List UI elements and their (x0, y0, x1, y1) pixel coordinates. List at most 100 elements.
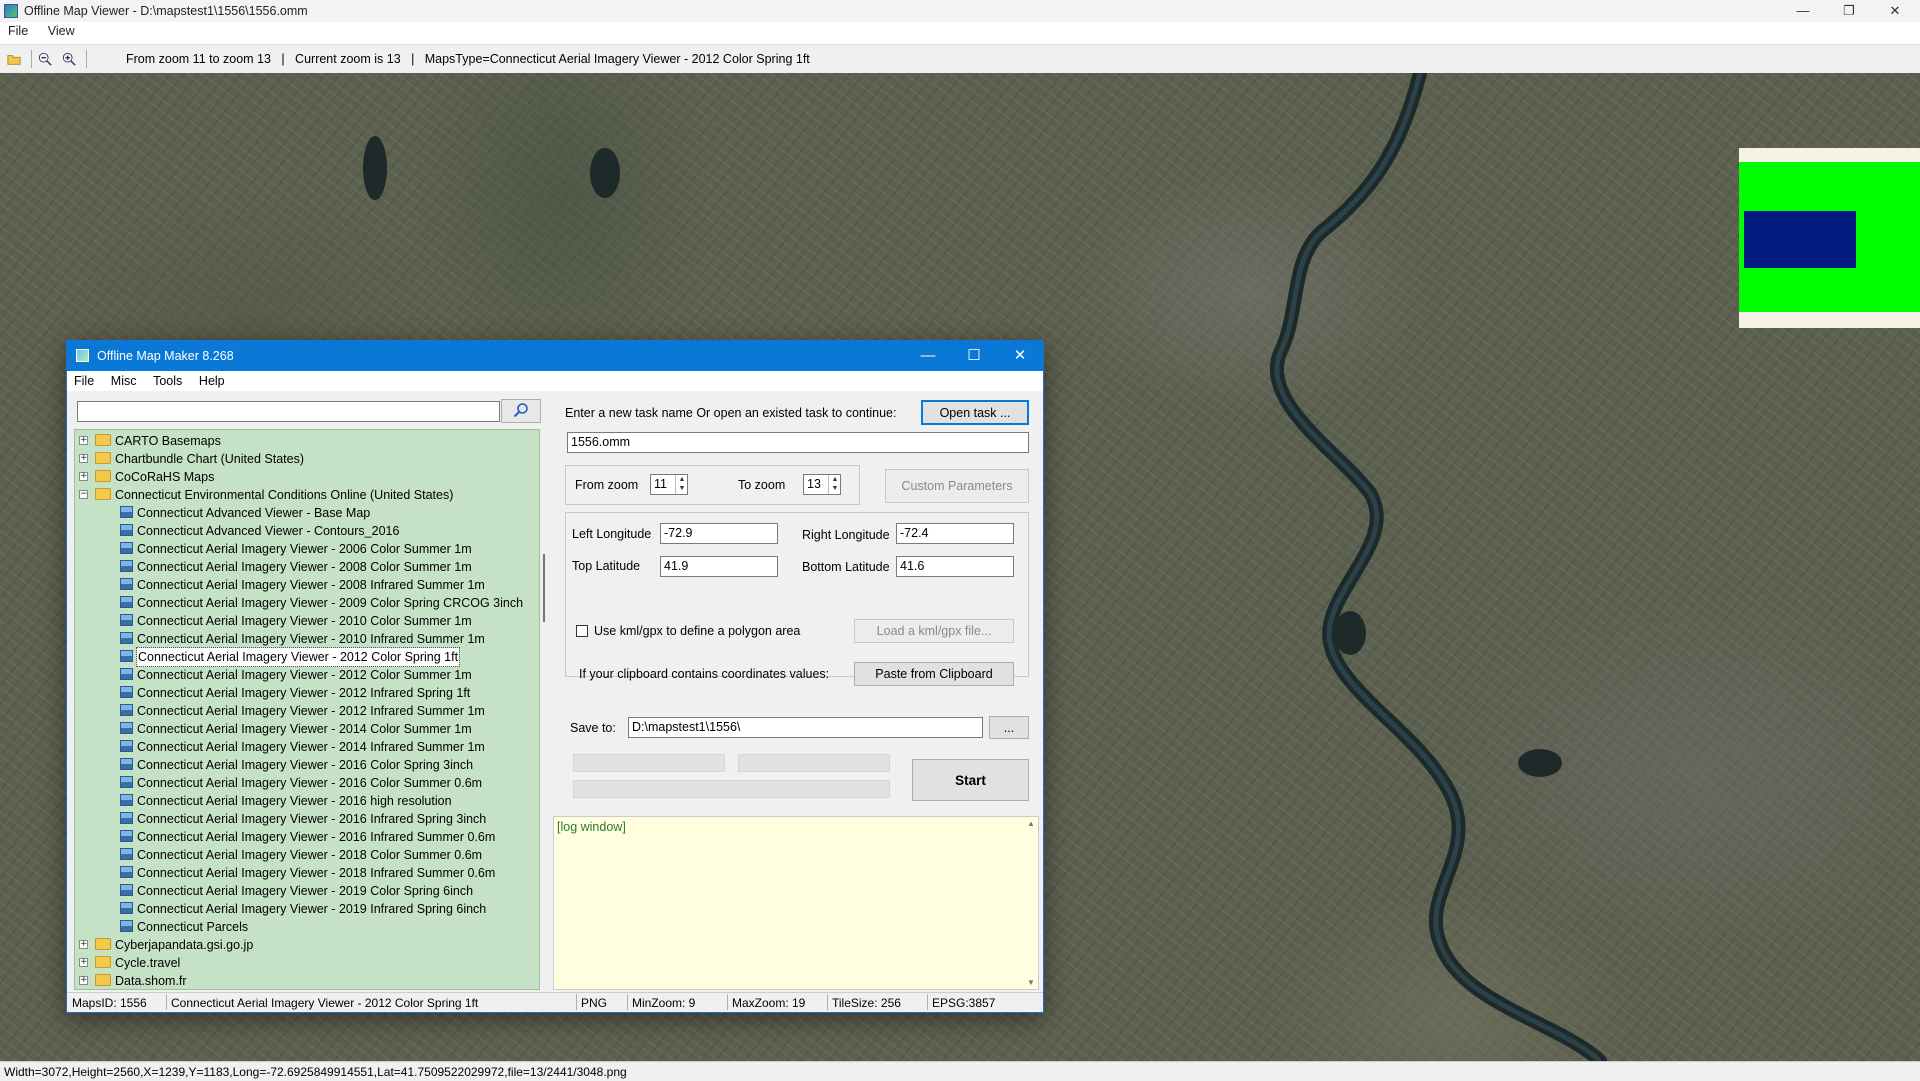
load-kml-button[interactable]: Load a kml/gpx file... (854, 619, 1014, 643)
tree-item-label: Connecticut Aerial Imagery Viewer - 2016… (137, 758, 474, 772)
toolbar-separator (31, 50, 32, 68)
tree-map-item[interactable]: Connecticut Aerial Imagery Viewer - 2012… (75, 684, 535, 702)
tree-map-item[interactable]: Connecticut Aerial Imagery Viewer - 2012… (75, 702, 535, 720)
log-scrollbar[interactable]: ▲ ▼ (1024, 817, 1038, 989)
expand-icon[interactable]: + (79, 472, 88, 481)
from-zoom-stepper[interactable]: 11 ▲ ▼ (650, 474, 688, 495)
custom-parameters-button[interactable]: Custom Parameters (885, 469, 1029, 503)
dialog-minimize-button[interactable]: — (905, 341, 951, 371)
expand-icon[interactable]: + (79, 958, 88, 967)
overview-viewport-rect[interactable] (1744, 211, 1856, 268)
open-folder-icon[interactable] (7, 52, 21, 66)
task-name-input[interactable]: 1556.omm (567, 432, 1029, 453)
log-scroll-up-icon[interactable]: ▲ (1027, 819, 1035, 828)
dialog-menu-file[interactable]: File (67, 371, 100, 388)
map-source-tree[interactable]: + CARTO Basemaps + Chartbundle Chart (Unite… (74, 429, 540, 990)
tree-scroll-thumb[interactable] (543, 554, 545, 622)
map-search-input[interactable] (77, 401, 500, 422)
browse-button[interactable]: ... (989, 716, 1029, 739)
tree-map-item[interactable]: Connecticut Aerial Imagery Viewer - 2009… (75, 594, 535, 612)
folder-icon (95, 956, 111, 968)
menu-view[interactable]: View (40, 22, 83, 40)
close-button[interactable]: ✕ (1872, 0, 1918, 22)
dialog-menu-misc[interactable]: Misc (104, 371, 143, 388)
left-longitude-input[interactable]: -72.9 (660, 523, 778, 544)
log-scroll-down-icon[interactable]: ▼ (1027, 978, 1035, 987)
tree-map-item[interactable]: Connecticut Aerial Imagery Viewer - 2016… (75, 828, 535, 846)
map-layer-icon (120, 560, 133, 572)
tree-map-item[interactable]: Connecticut Aerial Imagery Viewer - 2016… (75, 792, 535, 810)
right-longitude-input[interactable]: -72.4 (896, 523, 1014, 544)
log-window[interactable]: [log window] ▲ ▼ (553, 816, 1039, 990)
kml-polygon-checkbox[interactable] (576, 625, 588, 637)
save-to-label: Save to: (570, 721, 616, 735)
save-path-input[interactable]: D:\mapstest1\1556\ (628, 717, 983, 738)
app-icon (4, 4, 18, 18)
tree-folder-item[interactable]: + Chartbundle Chart (United States) (75, 450, 535, 468)
tree-map-item[interactable]: Connecticut Aerial Imagery Viewer - 2012… (75, 647, 535, 667)
search-button[interactable] (501, 399, 541, 423)
tree-map-item[interactable]: Connecticut Parcels (75, 918, 535, 936)
tree-folder-item[interactable]: + Cyberjapandata.gsi.go.jp (75, 936, 535, 954)
tree-map-item[interactable]: Connecticut Aerial Imagery Viewer - 2016… (75, 810, 535, 828)
tree-folder-item[interactable]: + Cycle.travel (75, 954, 535, 972)
maximize-button[interactable]: ❐ (1826, 0, 1872, 22)
tree-folder-item[interactable]: + Data.shom.fr (75, 972, 535, 989)
tree-map-item[interactable]: Connecticut Aerial Imagery Viewer - 2014… (75, 720, 535, 738)
tree-item-label: Connecticut Advanced Viewer - Base Map (137, 506, 371, 520)
dialog-menu-help[interactable]: Help (192, 371, 231, 388)
to-zoom-stepper[interactable]: 13 ▲ ▼ (803, 474, 841, 495)
bottom-latitude-input[interactable]: 41.6 (896, 556, 1014, 577)
tree-map-item[interactable]: Connecticut Aerial Imagery Viewer - 2010… (75, 630, 535, 648)
tree-map-item[interactable]: Connecticut Aerial Imagery Viewer - 2012… (75, 666, 535, 684)
tree-item-label: Connecticut Aerial Imagery Viewer - 2012… (135, 647, 461, 667)
map-layer-icon (120, 578, 133, 590)
overview-minimap[interactable] (1739, 148, 1920, 328)
zoom-out-icon[interactable] (38, 52, 52, 66)
expand-icon[interactable]: + (79, 976, 88, 985)
tree-map-item[interactable]: Connecticut Aerial Imagery Viewer - 2014… (75, 738, 535, 756)
map-layer-icon (120, 506, 133, 518)
tree-scrollbar[interactable] (540, 429, 548, 990)
dialog-maximize-button[interactable]: ☐ (951, 341, 997, 371)
offline-map-maker-dialog: Offline Map Maker 8.268 — ☐ ✕ File Misc … (66, 340, 1044, 1013)
tree-folder-item[interactable]: + CoCoRaHS Maps (75, 468, 535, 486)
to-zoom-spin[interactable]: ▲ ▼ (828, 475, 841, 494)
menu-file[interactable]: File (0, 22, 36, 40)
open-task-button[interactable]: Open task ... (921, 400, 1029, 425)
tree-map-item[interactable]: Connecticut Aerial Imagery Viewer - 2008… (75, 576, 535, 594)
tree-map-item[interactable]: Connecticut Aerial Imagery Viewer - 2010… (75, 612, 535, 630)
status-divider (576, 994, 577, 1010)
tree-map-item[interactable]: Connecticut Aerial Imagery Viewer - 2018… (75, 846, 535, 864)
tree-map-item[interactable]: Connecticut Aerial Imagery Viewer - 2008… (75, 558, 535, 576)
from-zoom-spin[interactable]: ▲ ▼ (675, 475, 688, 494)
tree-folder-item[interactable]: − Connecticut Environmental Conditions On… (75, 486, 535, 504)
top-latitude-input[interactable]: 41.9 (660, 556, 778, 577)
toolbar: From zoom 11 to zoom 13 | Current zoom i… (0, 44, 1920, 74)
minimize-button[interactable]: — (1780, 0, 1826, 22)
tree-map-item[interactable]: Connecticut Aerial Imagery Viewer - 2006… (75, 540, 535, 558)
dialog-close-button[interactable]: ✕ (997, 341, 1043, 371)
expand-icon[interactable]: + (79, 436, 88, 445)
zoom-in-icon[interactable] (62, 52, 76, 66)
map-layer-icon (120, 722, 133, 734)
zoom-info-text: From zoom 11 to zoom 13 | Current zoom i… (126, 52, 810, 66)
folder-icon (95, 470, 111, 482)
tree-map-item[interactable]: Connecticut Aerial Imagery Viewer - 2019… (75, 882, 535, 900)
collapse-icon[interactable]: − (79, 490, 88, 499)
dialog-menu-tools[interactable]: Tools (146, 371, 188, 388)
tree-map-item[interactable]: Connecticut Aerial Imagery Viewer - 2019… (75, 900, 535, 918)
tree-map-item[interactable]: Connecticut Aerial Imagery Viewer - 2018… (75, 864, 535, 882)
expand-icon[interactable]: + (79, 940, 88, 949)
tree-item-label: Connecticut Advanced Viewer - Contours_2… (137, 524, 400, 538)
tree-folder-item[interactable]: + CARTO Basemaps (75, 432, 535, 450)
tree-map-item[interactable]: Connecticut Advanced Viewer - Base Map (75, 504, 535, 522)
tree-map-item[interactable]: Connecticut Advanced Viewer - Contours_2… (75, 522, 535, 540)
tree-map-item[interactable]: Connecticut Aerial Imagery Viewer - 2016… (75, 774, 535, 792)
expand-icon[interactable]: + (79, 454, 88, 463)
tree-map-item[interactable]: Connecticut Aerial Imagery Viewer - 2016… (75, 756, 535, 774)
paste-clipboard-button[interactable]: Paste from Clipboard (854, 662, 1014, 686)
tree-item-label: Connecticut Aerial Imagery Viewer - 2012… (137, 668, 472, 682)
folder-icon (95, 434, 111, 446)
start-button[interactable]: Start (912, 759, 1029, 801)
